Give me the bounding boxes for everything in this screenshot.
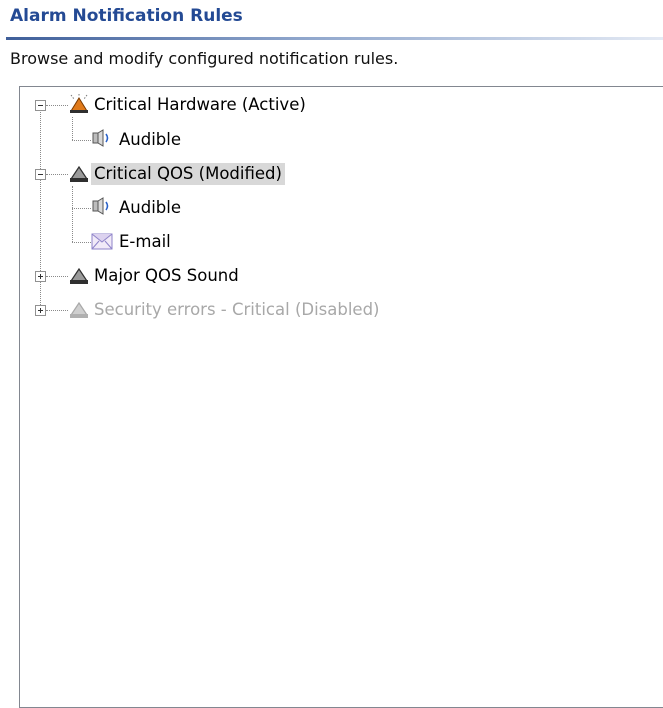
collapse-toggle[interactable] [35,169,46,180]
expand-toggle[interactable] [35,271,46,282]
tree-connector [72,208,91,209]
expand-toggle[interactable] [35,305,46,316]
tree-connector [72,117,73,140]
tree-connector [72,140,91,141]
rule-label[interactable]: Critical QOS (Modified) [91,163,285,185]
collapse-toggle[interactable] [35,100,46,111]
rule-label[interactable]: Major QOS Sound [91,265,242,287]
tree-connector [46,105,68,106]
tree-connector [46,174,68,175]
tree-connector [72,186,73,242]
bell-active-icon [68,94,90,114]
speaker-icon [91,129,113,149]
action-label[interactable]: E-mail [116,231,174,253]
bell-disabled-icon [68,299,90,319]
bell-icon [68,163,90,183]
speaker-icon [91,197,113,217]
page-title: Alarm Notification Rules [10,6,243,26]
action-label[interactable]: Audible [116,129,184,151]
tree-connector [40,107,41,313]
tree-connector [72,242,91,243]
action-label[interactable]: Audible [116,197,184,219]
envelope-icon [91,231,113,251]
notification-rules-tree[interactable]: Critical Hardware (Active) Audible Criti… [19,86,663,708]
tree-connector [46,310,68,311]
page-description: Browse and modify configured notificatio… [10,49,399,68]
bell-icon [68,265,90,285]
rule-label[interactable]: Security errors - Critical (Disabled) [91,299,383,321]
tree-connector [46,276,68,277]
rule-label[interactable]: Critical Hardware (Active) [91,94,309,116]
title-underline [6,37,663,40]
